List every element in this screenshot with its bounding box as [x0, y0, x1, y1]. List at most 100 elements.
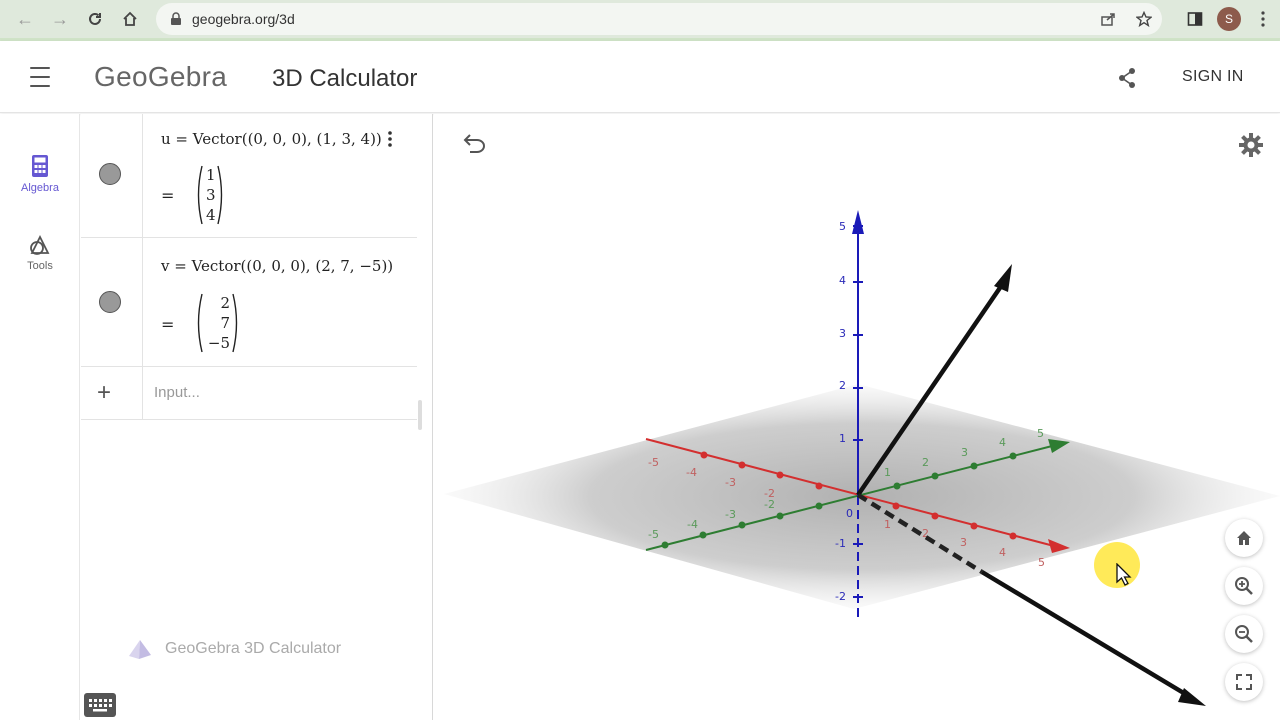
app-header: GeoGebra 3D Calculator SIGN IN	[0, 41, 1280, 113]
keyboard-button[interactable]	[84, 693, 116, 717]
hamburger-line	[30, 85, 50, 87]
z-tick-label: 5	[839, 220, 846, 233]
back-button[interactable]: ←	[8, 0, 42, 38]
scene-3d[interactable]: -5 -4 -3 -2 1 2 3 4 5 -5 -4 -3 -2 1 2 3	[434, 114, 1280, 720]
visibility-toggle[interactable]	[81, 238, 143, 366]
bookmark-button[interactable]	[1126, 3, 1162, 35]
standard-view-button[interactable]	[1225, 519, 1263, 557]
vector-u-output: 1 3 4	[194, 164, 230, 226]
vector-u-arrowhead-icon	[994, 264, 1012, 292]
item-menu-icon[interactable]	[387, 130, 393, 148]
x-tick-point	[815, 482, 823, 490]
y-tick-point	[931, 472, 939, 480]
zoom-out-button[interactable]	[1225, 615, 1263, 653]
app-watermark: GeoGebra 3D Calculator	[127, 638, 341, 660]
vector-u-x: 1	[206, 166, 216, 184]
x-tick-label: 5	[1038, 556, 1045, 569]
y-tick-label: 2	[922, 456, 929, 469]
vector-v[interactable]	[980, 570, 1194, 700]
right-paren	[232, 293, 238, 353]
y-tick-point	[893, 482, 901, 490]
z-tick-label: 2	[839, 379, 846, 392]
x-tick-point	[892, 502, 900, 510]
x-tick-label: -3	[725, 476, 736, 489]
y-tick-point	[738, 521, 746, 529]
y-tick-label: 4	[999, 436, 1006, 449]
left-paren	[197, 293, 203, 353]
url-text: geogebra.org/3d	[192, 11, 295, 27]
vector-v-output: 2 7 −5	[194, 292, 244, 354]
avatar: S	[1217, 7, 1241, 31]
z-tick-label: 1	[839, 432, 846, 445]
side-panel-button[interactable]	[1178, 0, 1212, 38]
vector-v-definition[interactable]: v = Vector((0, 0, 0), (2, 7, −5))	[161, 257, 393, 275]
tab-algebra[interactable]: Algebra	[0, 154, 80, 194]
vector-v-z: −5	[207, 334, 230, 352]
input-marble-area	[81, 367, 143, 419]
graphics-3d-view[interactable]: -5 -4 -3 -2 1 2 3 4 5 -5 -4 -3 -2 1 2 3	[434, 114, 1280, 720]
tab-tools[interactable]: Tools	[0, 234, 80, 272]
side-toolbar: Algebra Tools	[0, 114, 80, 720]
z-tick-label: 0	[846, 507, 853, 520]
x-tick-label: -4	[686, 466, 697, 479]
algebra-item-u[interactable]: u = Vector((0, 0, 0), (1, 3, 4)) = 1 3 4	[81, 114, 417, 238]
address-bar[interactable]: geogebra.org/3d	[156, 3, 1162, 35]
x-tick-label: 1	[884, 518, 891, 531]
output-equals: =	[161, 186, 175, 205]
marble-icon[interactable]	[99, 163, 121, 185]
plus-icon[interactable]: +	[97, 379, 111, 407]
reload-button[interactable]	[78, 0, 112, 38]
share-button[interactable]	[1112, 63, 1142, 93]
forward-button[interactable]: →	[43, 0, 77, 38]
share-icon	[1119, 68, 1135, 88]
algebra-input-row[interactable]: + Input...	[81, 367, 417, 420]
app-title: 3D Calculator	[272, 65, 418, 92]
home-icon	[1237, 531, 1251, 545]
x-tick-point	[931, 512, 939, 520]
visibility-toggle[interactable]	[81, 114, 143, 237]
marble-icon[interactable]	[99, 291, 121, 313]
home-icon	[123, 11, 137, 26]
y-tick-point	[815, 502, 823, 510]
share-page-button[interactable]	[1090, 3, 1126, 35]
fullscreen-button[interactable]	[1225, 663, 1263, 701]
tab-algebra-label: Algebra	[21, 182, 59, 194]
y-tick-label: 3	[961, 446, 968, 459]
browser-toolbar: ← → geogebra.org/3d S	[0, 0, 1280, 38]
y-tick-point	[699, 531, 707, 539]
zoom-in-button[interactable]	[1225, 567, 1263, 605]
x-tick-point	[738, 461, 746, 469]
reload-icon	[89, 12, 101, 25]
output-equals: =	[161, 315, 175, 334]
scrollbar[interactable]	[418, 400, 422, 430]
z-tick-label: 3	[839, 327, 846, 340]
vector-u-y: 3	[206, 186, 216, 204]
settings-button[interactable]	[1236, 130, 1266, 160]
home-button[interactable]	[113, 0, 147, 38]
z-tick-label: 4	[839, 274, 846, 287]
x-tick-point	[970, 522, 978, 530]
sign-in-button[interactable]: SIGN IN	[1172, 65, 1254, 91]
algebra-input[interactable]: Input...	[154, 384, 200, 401]
browser-menu-button[interactable]	[1246, 0, 1280, 38]
zoom-in-icon	[1235, 577, 1253, 595]
pyramid-icon	[129, 640, 151, 659]
x-tick-point	[1009, 532, 1017, 540]
algebra-item-v[interactable]: v = Vector((0, 0, 0), (2, 7, −5)) = 2 7 …	[81, 238, 417, 367]
watermark-text: GeoGebra 3D Calculator	[165, 640, 342, 657]
geogebra-logo[interactable]: GeoGebra	[94, 61, 227, 93]
vector-u-definition[interactable]: u = Vector((0, 0, 0), (1, 3, 4))	[161, 130, 382, 148]
y-tick-point	[776, 512, 784, 520]
x-tick-label: 4	[999, 546, 1006, 559]
tools-shapes-icon	[30, 234, 50, 255]
main-menu-button[interactable]	[22, 63, 58, 91]
profile-button[interactable]: S	[1212, 0, 1246, 38]
z-tick-label: -1	[835, 537, 846, 550]
calculator-icon	[32, 155, 48, 177]
hamburger-icon	[30, 67, 50, 69]
undo-icon	[466, 139, 485, 153]
algebra-view: u = Vector((0, 0, 0), (1, 3, 4)) = 1 3 4…	[81, 114, 433, 720]
vector-v-y: 7	[220, 314, 230, 332]
y-tick-point	[1009, 452, 1017, 460]
undo-button[interactable]	[458, 130, 490, 158]
